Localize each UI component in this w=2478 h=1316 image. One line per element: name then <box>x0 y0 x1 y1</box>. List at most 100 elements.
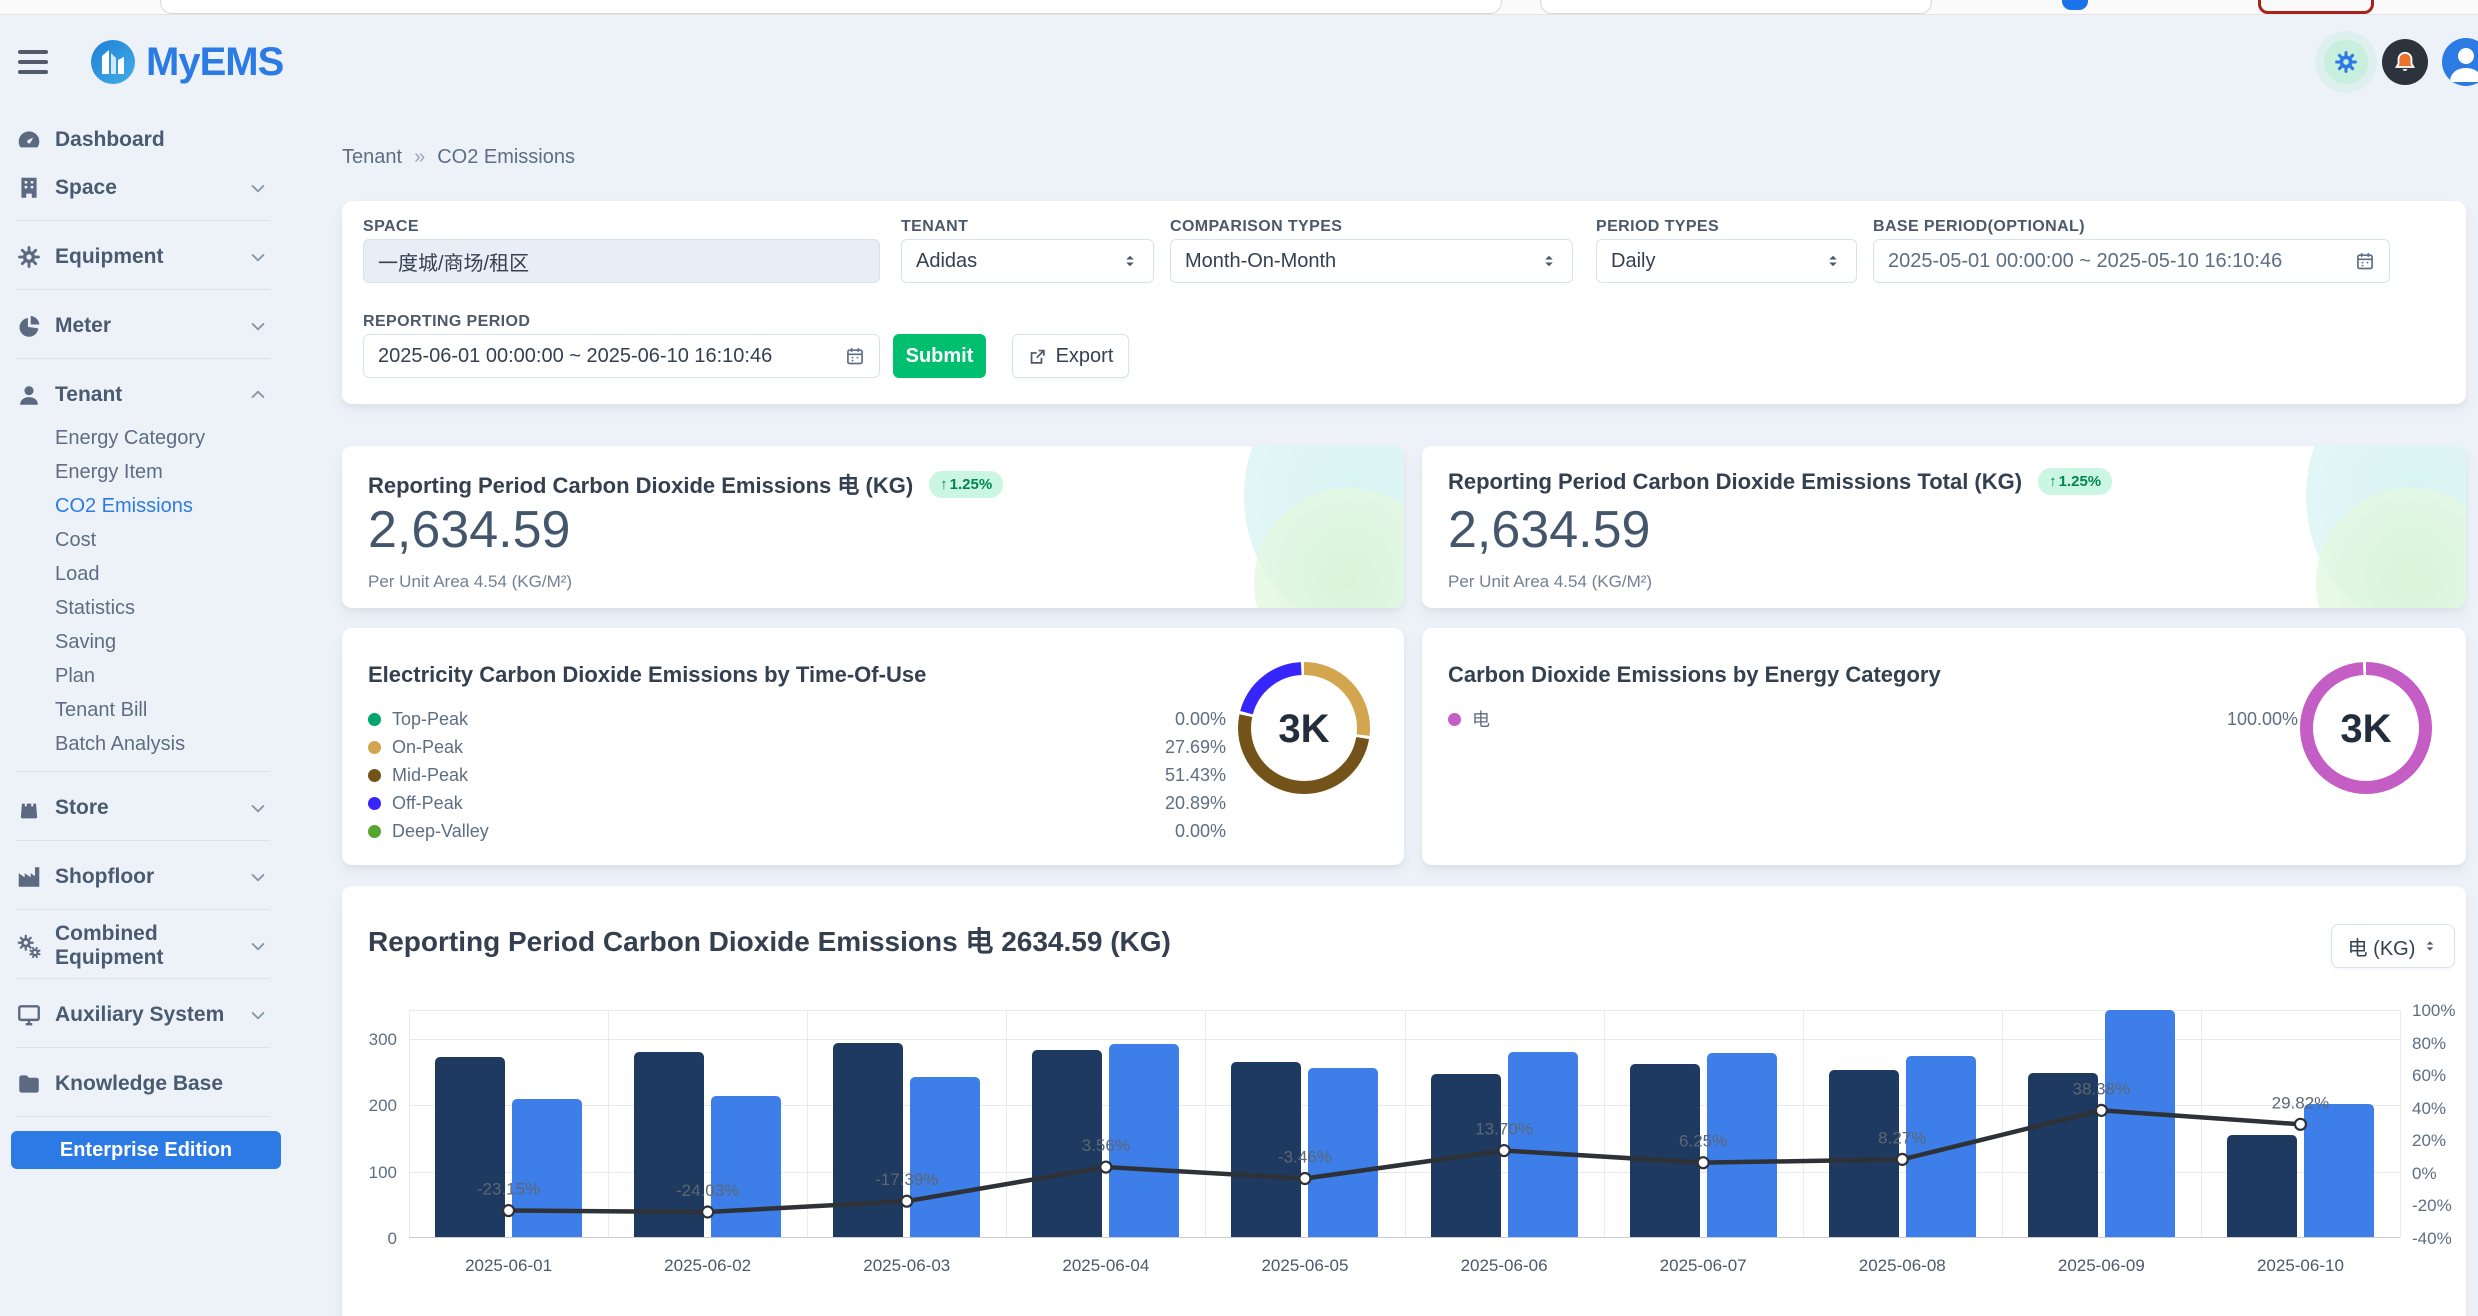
line-data-point <box>2096 1105 2107 1116</box>
legend-dot-icon <box>368 769 381 782</box>
filter-panel: SPACE 一度城/商场/租区 TENANT Adidas COMPARISON… <box>342 201 2466 404</box>
breadcrumb-separator: » <box>414 146 425 169</box>
sidebar-subitem-batch-analysis[interactable]: Batch Analysis <box>0 727 292 761</box>
sort-arrows-icon <box>1540 252 1558 270</box>
sidebar-subitem-load[interactable]: Load <box>0 557 292 591</box>
sidebar-item-label: Auxiliary System <box>55 1003 224 1027</box>
sidebar-subitem-tenant-bill[interactable]: Tenant Bill <box>0 693 292 727</box>
base-period-label: BASE PERIOD(OPTIONAL) <box>1873 218 2085 236</box>
brand-name: MyEMS <box>146 40 283 85</box>
x-axis-category-label: 2025-06-03 <box>863 1256 950 1276</box>
stat-card-value: 2,634.59 <box>368 504 570 556</box>
stat-card-title: Reporting Period Carbon Dioxide Emission… <box>368 468 1003 500</box>
sidebar-item-shopfloor[interactable]: Shopfloor <box>0 855 292 899</box>
line-data-point <box>1499 1145 1510 1156</box>
app-root: MyEMS <box>0 0 2478 1316</box>
sidebar-divider <box>16 220 270 221</box>
enterprise-edition-button[interactable]: Enterprise Edition <box>11 1131 281 1169</box>
settings-gear-icon[interactable] <box>2324 40 2368 84</box>
right-axis-tick-label: -40% <box>2412 1229 2452 1249</box>
breadcrumb-root[interactable]: Tenant <box>342 146 402 169</box>
sidebar-subitem-statistics[interactable]: Statistics <box>0 591 292 625</box>
sidebar-item-meter[interactable]: Meter <box>0 304 292 348</box>
right-axis-tick-label: 80% <box>2412 1034 2446 1054</box>
base-period-datepicker[interactable]: 2025-05-01 00:00:00 ~ 2025-05-10 16:10:4… <box>1873 239 2390 283</box>
sidebar-subitem-cost[interactable]: Cost <box>0 523 292 557</box>
topbar-actions <box>2324 38 2478 86</box>
sidebar-submenu: Energy CategoryEnergy ItemCO2 EmissionsC… <box>0 421 292 761</box>
legend-item-mid-peak[interactable]: Mid-Peak51.43% <box>368 766 1226 784</box>
sidebar-subitem-plan[interactable]: Plan <box>0 659 292 693</box>
sidebar-item-label: Tenant <box>55 383 122 407</box>
gear-icon <box>16 244 42 270</box>
period-types-select[interactable]: Daily <box>1596 239 1857 283</box>
line-point-label: -3.46% <box>1278 1147 1332 1166</box>
sidebar-item-label: Store <box>55 796 109 820</box>
left-axis-tick-label: 0 <box>342 1229 397 1249</box>
sidebar-subitem-energy-category[interactable]: Energy Category <box>0 421 292 455</box>
legend-label: Deep-Valley <box>392 821 489 842</box>
legend-dot-icon <box>368 825 381 838</box>
sidebar-subitem-saving[interactable]: Saving <box>0 625 292 659</box>
chevron-down-icon <box>248 867 268 887</box>
brand-logo[interactable]: MyEMS <box>90 39 283 85</box>
space-input[interactable]: 一度城/商场/租区 <box>363 239 880 283</box>
sidebar-item-label: Equipment <box>55 245 164 269</box>
building-icon <box>16 175 42 201</box>
legend-percentage: 0.00% <box>1175 821 1226 842</box>
browser-secondary-box-fragment[interactable] <box>1540 0 1932 14</box>
browser-omnibox-fragment[interactable] <box>160 0 1502 14</box>
legend-item-deep-valley[interactable]: Deep-Valley 0.00% <box>368 822 1226 840</box>
factory-icon <box>16 864 42 890</box>
trend-badge: ↑1.25% <box>929 471 1003 498</box>
x-axis-category-label: 2025-06-06 <box>1461 1256 1548 1276</box>
stat-card-subtitle: Per Unit Area 4.54 (KG/M²) <box>1448 572 1652 592</box>
sidebar-item-auxiliary-system[interactable]: Auxiliary System <box>0 993 292 1037</box>
donut-legend: Top-Peak0.00%On-Peak27.69%Mid-Peak51.43%… <box>368 710 1226 850</box>
sidebar-item-space[interactable]: Space <box>0 166 292 210</box>
emissions-bar-chart-card: Reporting Period Carbon Dioxide Emission… <box>342 886 2466 1316</box>
submit-button[interactable]: Submit <box>893 334 986 378</box>
tenant-select[interactable]: Adidas <box>901 239 1154 283</box>
legend-label: Top-Peak <box>392 709 468 730</box>
left-axis-tick-label: 200 <box>342 1096 397 1116</box>
sidebar-subitem-energy-item[interactable]: Energy Item <box>0 455 292 489</box>
unit-selector-dropdown[interactable]: 电 (KG) <box>2331 924 2455 968</box>
gridline <box>2400 1010 2401 1238</box>
x-axis-category-label: 2025-06-01 <box>465 1256 552 1276</box>
left-axis-tick-label: 100 <box>342 1163 397 1183</box>
sidebar-divider <box>16 978 270 979</box>
hamburger-menu-icon[interactable] <box>18 47 52 77</box>
donut-legend: 电100.00% <box>1448 710 2298 738</box>
sidebar-item-dashboard[interactable]: Dashboard <box>0 118 292 162</box>
export-icon <box>1028 347 1047 366</box>
sidebar-item-combined-equipment[interactable]: Combined Equipment <box>0 924 292 968</box>
legend-dot-icon <box>368 741 381 754</box>
sort-arrows-icon <box>1824 252 1842 270</box>
browser-red-button-fragment[interactable] <box>2258 0 2374 14</box>
export-button[interactable]: Export <box>1012 334 1129 378</box>
reporting-period-datepicker[interactable]: 2025-06-01 00:00:00 ~ 2025-06-10 16:10:4… <box>363 334 880 378</box>
legend-item-off-peak[interactable]: Off-Peak20.89% <box>368 794 1226 812</box>
line-data-point <box>1897 1154 1908 1165</box>
sidebar-item-knowledge-base[interactable]: Knowledge Base <box>0 1062 292 1106</box>
monitor-icon <box>16 1002 42 1028</box>
legend-item-电[interactable]: 电100.00% <box>1448 710 2298 728</box>
sidebar-subitem-co2-emissions[interactable]: CO2 Emissions <box>0 489 292 523</box>
sidebar-item-store[interactable]: Store <box>0 786 292 830</box>
legend-item-top-peak[interactable]: Top-Peak0.00% <box>368 710 1226 728</box>
change-rate-line-chart: -23.15%-24.03%-17.39%3.56%-3.46%13.70%6.… <box>409 1010 2400 1238</box>
browser-blue-extension-icon[interactable] <box>2062 0 2088 10</box>
comparison-types-select[interactable]: Month-On-Month <box>1170 239 1573 283</box>
bar-chart-plot: -23.15%-24.03%-17.39%3.56%-3.46%13.70%6.… <box>409 1010 2400 1238</box>
notifications-bell-icon[interactable] <box>2382 39 2428 85</box>
x-axis-category-label: 2025-06-10 <box>2257 1256 2344 1276</box>
sidebar-item-label: Meter <box>55 314 111 338</box>
sidebar-item-tenant[interactable]: Tenant <box>0 373 292 417</box>
legend-label: On-Peak <box>392 737 463 758</box>
sidebar-item-equipment[interactable]: Equipment <box>0 235 292 279</box>
calendar-icon <box>2355 251 2375 271</box>
sidebar-divider <box>16 289 270 290</box>
user-avatar[interactable] <box>2442 38 2478 86</box>
legend-item-on-peak[interactable]: On-Peak27.69% <box>368 738 1226 756</box>
